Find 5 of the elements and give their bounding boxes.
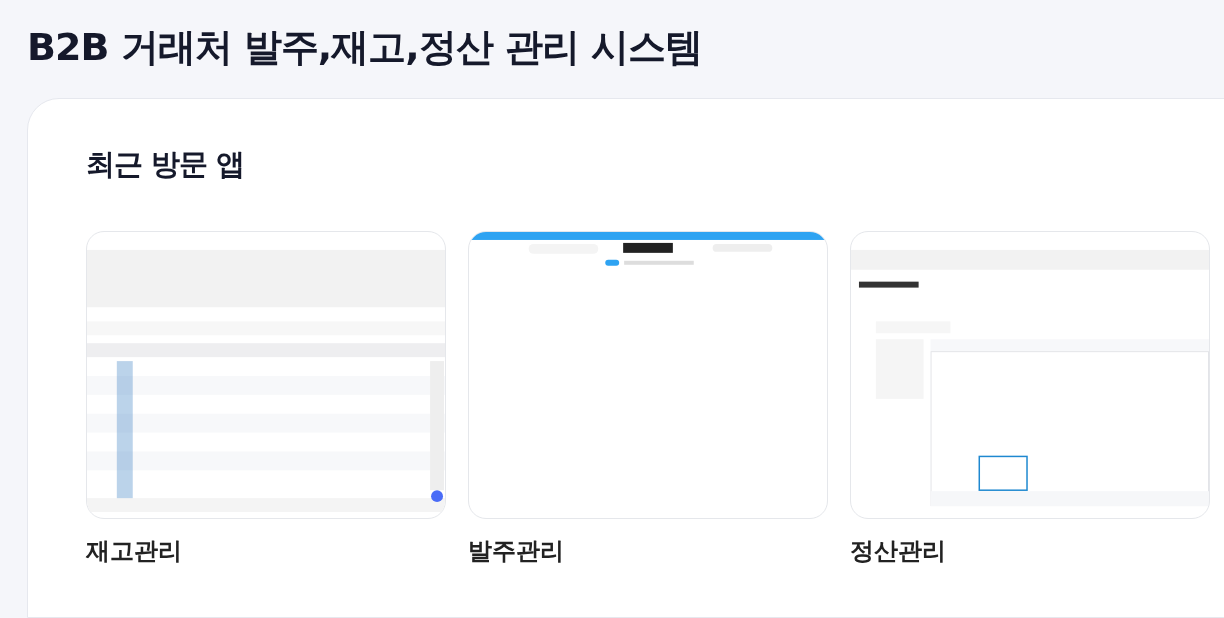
app-label[interactable]: 재고관리 [86,535,182,567]
app-label[interactable]: 정산관리 [850,535,946,567]
page-title: B2B 거래처 발주,재고,정산 관리 시스템 [26,24,704,71]
section-title: 최근 방문 앱 [86,146,246,183]
app-label[interactable]: 발주관리 [468,535,564,567]
